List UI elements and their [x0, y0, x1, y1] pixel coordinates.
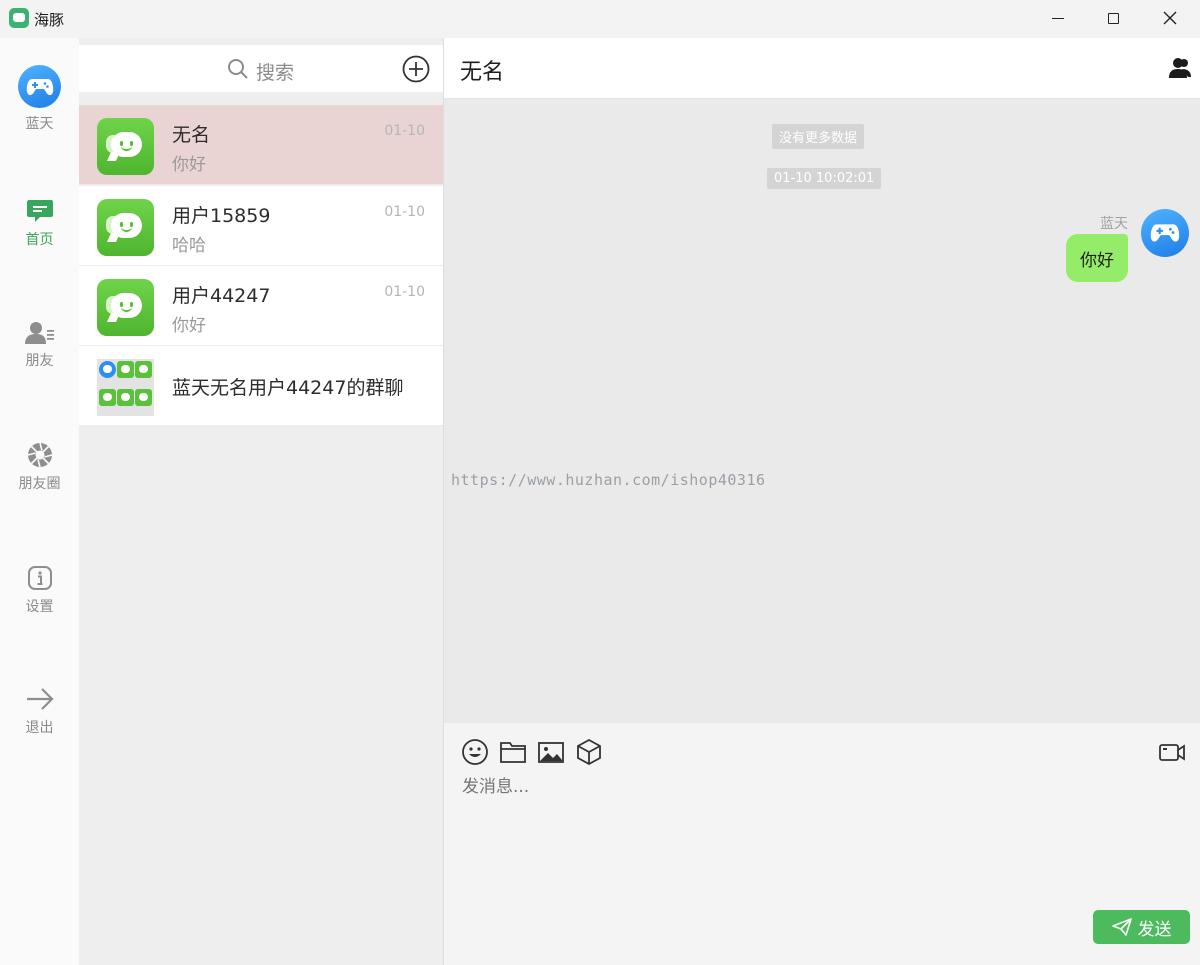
add-circle-icon[interactable] [402, 55, 430, 83]
nav-item-home[interactable]: 首页 [0, 198, 79, 249]
send-label: 发送 [1137, 919, 1172, 940]
watermark-text: https://www.huzhan.com/ishop40316 [451, 471, 766, 489]
nav-label-settings: 设置 [25, 599, 54, 615]
nav-item-settings[interactable]: 设置 [0, 565, 79, 616]
conversation-item[interactable]: 用户15859 哈哈 01-10 [79, 186, 443, 266]
conversation-name: 蓝天无名用户44247的群聊 [172, 377, 404, 399]
close-icon [1163, 11, 1177, 25]
nav-label-friends: 朋友 [25, 353, 54, 369]
conversation-name: 用户15859 [172, 205, 271, 227]
nav-label-home: 首页 [25, 232, 54, 248]
chat-pane: 无名 没有更多数据 01-10 10:02:01 蓝天 你好 https://w… [443, 38, 1200, 965]
compose-area: 发送 [444, 723, 1200, 965]
info-icon [27, 566, 52, 590]
nav-item-moments[interactable]: 朋友圈 [0, 442, 79, 493]
chat-app-icon [97, 199, 154, 256]
package-icon[interactable] [575, 738, 603, 766]
chat-app-icon [97, 118, 154, 175]
members-icon[interactable] [1169, 57, 1191, 79]
chat-icon [26, 200, 53, 222]
conversation-last-message: 你好 [172, 316, 206, 336]
arrow-right-icon [26, 688, 54, 710]
conversation-last-message: 你好 [172, 155, 206, 175]
send-icon [1111, 918, 1132, 936]
folder-icon[interactable] [499, 738, 527, 766]
conversation-date: 01-10 [384, 204, 425, 220]
avatar[interactable] [1141, 209, 1189, 257]
conversation-list-pane: 搜索 无名 你好 01-10 用户15859 哈哈 01-10 用户44247 … [79, 38, 443, 965]
conversation-name: 用户44247 [172, 285, 271, 307]
maximize-button[interactable] [1085, 0, 1141, 36]
search-bar[interactable]: 搜索 [79, 45, 443, 92]
search-icon [228, 59, 248, 79]
app-logo-icon [9, 8, 29, 28]
conversation-item[interactable]: 蓝天无名用户44247的群聊 [79, 346, 443, 426]
maximize-icon [1107, 12, 1119, 24]
conversation-date: 01-10 [384, 123, 425, 139]
gamepad-icon [26, 78, 53, 95]
moments-icon [27, 442, 52, 468]
conversation-date: 01-10 [384, 284, 425, 300]
message-timestamp: 01-10 10:02:01 [767, 168, 882, 189]
gamepad-icon [1150, 224, 1180, 242]
avatar [18, 65, 61, 108]
message-sender-name: 蓝天 [1100, 216, 1128, 232]
chat-title: 无名 [460, 60, 505, 85]
no-more-data-notice: 没有更多数据 [772, 124, 865, 149]
group-avatar [97, 359, 154, 416]
title-bar: 海豚 [0, 0, 1200, 38]
nav-item-logout[interactable]: 退出 [0, 686, 79, 737]
conversation-item[interactable]: 用户44247 你好 01-10 [79, 266, 443, 346]
emoji-icon[interactable] [461, 738, 489, 766]
chat-header: 无名 [444, 38, 1200, 99]
minimize-icon [1052, 17, 1064, 19]
video-call-icon[interactable] [1158, 738, 1186, 766]
app-window: 海豚 蓝天 首页 朋友 朋友圈 设置 退出 搜索 无名 你好 01-10 用户1… [0, 0, 1200, 965]
conversation-last-message: 哈哈 [172, 236, 206, 256]
chat-app-icon [97, 279, 154, 336]
close-button[interactable] [1142, 0, 1198, 36]
nav-item-friends[interactable]: 朋友 [0, 321, 79, 370]
conversation-item[interactable]: 无名 你好 01-10 [79, 105, 443, 185]
nav-rail: 蓝天 首页 朋友 朋友圈 设置 退出 [0, 38, 79, 965]
send-button[interactable]: 发送 [1093, 910, 1190, 944]
message-input[interactable] [462, 775, 1162, 799]
contacts-icon [24, 322, 54, 344]
nav-user-profile[interactable]: 蓝天 [0, 65, 79, 133]
nav-user-label: 蓝天 [25, 116, 54, 132]
conversation-name: 无名 [172, 124, 211, 146]
window-title: 海豚 [34, 11, 65, 29]
nav-label-logout: 退出 [25, 720, 54, 736]
image-icon[interactable] [537, 738, 565, 766]
message-bubble: 你好 [1066, 234, 1128, 282]
nav-label-moments: 朋友圈 [18, 476, 61, 492]
search-input[interactable]: 搜索 [256, 58, 294, 85]
minimize-button[interactable] [1030, 0, 1086, 36]
